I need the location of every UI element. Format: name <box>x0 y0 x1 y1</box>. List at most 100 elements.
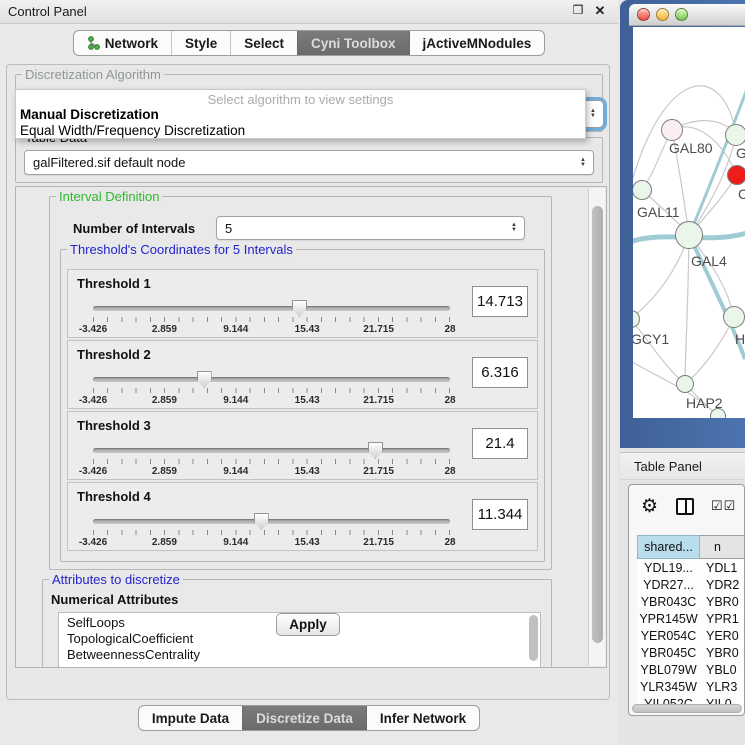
column-header-name[interactable]: n <box>700 535 745 559</box>
table-row[interactable]: YDR27...YDR2 <box>637 576 745 593</box>
cell-name[interactable]: YBL0 <box>700 661 745 678</box>
cell-shared-name[interactable]: YBR043C <box>637 593 700 610</box>
table-row[interactable]: YBR043CYBR0 <box>637 593 745 610</box>
column-header-shared[interactable]: shared... <box>637 535 700 559</box>
scrollbar-thumb[interactable] <box>592 206 603 643</box>
tab-jactivemnodules[interactable]: jActiveMNodules <box>409 31 545 55</box>
tick-label: 28 <box>444 537 455 548</box>
network-node[interactable] <box>661 119 683 141</box>
combo-spinner-icon: ▲▼ <box>590 109 596 119</box>
table-row[interactable]: YPR145WYPR1 <box>637 610 745 627</box>
threshold-slider[interactable]: -3.4262.8599.14415.4321.71528 <box>93 440 450 478</box>
network-node[interactable] <box>727 165 745 185</box>
cell-shared-name[interactable]: YER054C <box>637 627 700 644</box>
tab-impute-data[interactable]: Impute Data <box>139 706 242 730</box>
cell-name[interactable]: YBR0 <box>700 644 745 661</box>
threshold-value-field[interactable]: 6.316 <box>472 357 528 388</box>
table-row[interactable]: YBL079WYBL0 <box>637 661 745 678</box>
threshold-label: Threshold 3 <box>77 418 151 433</box>
tick-label: 21.715 <box>363 395 394 406</box>
gear-icon[interactable]: ⚙ <box>641 495 658 518</box>
threshold-slider[interactable]: -3.4262.8599.14415.4321.71528 <box>93 298 450 336</box>
slider-handle[interactable] <box>197 371 212 388</box>
cell-name[interactable]: YBR0 <box>700 593 745 610</box>
table-data-combobox[interactable]: galFiltered.sif default node ▲▼ <box>24 150 594 175</box>
number-of-intervals-combobox[interactable]: 5 ▲▼ <box>216 216 525 240</box>
tab-label: jActiveMNodules <box>423 36 532 51</box>
network-canvas[interactable]: GAL80GCGAL11GAL4GCY1HHAP2 <box>633 27 745 418</box>
threshold-slider[interactable]: -3.4262.8599.14415.4321.71528 <box>93 511 450 549</box>
cell-shared-name[interactable]: YLR345W <box>637 678 700 695</box>
network-node[interactable] <box>633 180 652 200</box>
group-title: Attributes to discretize <box>49 572 183 587</box>
cell-name[interactable]: YDL1 <box>700 559 745 576</box>
tab-style[interactable]: Style <box>171 31 230 55</box>
tab-network[interactable]: Network <box>74 31 171 55</box>
slider-track[interactable] <box>93 519 450 524</box>
tab-select[interactable]: Select <box>230 31 297 55</box>
cell-name[interactable]: YLR3 <box>700 678 745 695</box>
tick-label: 9.144 <box>223 537 248 548</box>
slider-track[interactable] <box>93 377 450 382</box>
cell-shared-name[interactable]: YBL079W <box>637 661 700 678</box>
tick-label: 15.43 <box>295 466 320 477</box>
tick-label: 21.715 <box>363 537 394 548</box>
close-red-icon[interactable] <box>637 8 650 21</box>
slider-track[interactable] <box>93 306 450 311</box>
tab-label: Style <box>185 36 217 51</box>
network-view-window[interactable]: GAL80GCGAL11GAL4GCY1HHAP2 <box>620 0 745 448</box>
checkbox-icon[interactable]: ☑☑ <box>711 498 736 514</box>
tick-label: -3.426 <box>79 395 107 406</box>
columns-icon[interactable] <box>676 498 694 515</box>
tick-label: -3.426 <box>79 466 107 477</box>
list-scrollbar[interactable] <box>529 615 538 661</box>
attribute-list-item[interactable]: BetweennessCentrality <box>67 647 540 663</box>
tab-cyni-toolbox[interactable]: Cyni Toolbox <box>297 31 409 55</box>
threshold-value-field[interactable]: 21.4 <box>472 428 528 459</box>
table-row[interactable]: YBR045CYBR0 <box>637 644 745 661</box>
threshold-slider[interactable]: -3.4262.8599.14415.4321.71528 <box>93 369 450 407</box>
number-of-intervals-label: Number of Intervals <box>73 221 195 236</box>
cell-shared-name[interactable]: YDL19... <box>637 559 700 576</box>
dropdown-option-equal-width[interactable]: Equal Width/Frequency Discretization <box>16 123 585 139</box>
cell-shared-name[interactable]: YPR145W <box>637 610 700 627</box>
tick-label: -3.426 <box>79 324 107 335</box>
node-table[interactable]: shared... n YDL19...YDL1YDR27...YDR2YBR0… <box>637 535 745 712</box>
threshold-panel: Threshold 3 -3.4262.8599.14415.4321.7152… <box>67 411 538 480</box>
cell-name[interactable]: YDR2 <box>700 576 745 593</box>
slider-handle[interactable] <box>368 442 383 459</box>
zoom-green-icon[interactable] <box>675 8 688 21</box>
tab-infer-network[interactable]: Infer Network <box>366 706 479 730</box>
threshold-value-field[interactable]: 11.344 <box>472 499 528 530</box>
horizontal-scrollbar[interactable] <box>632 704 742 713</box>
tab-discretize-data[interactable]: Discretize Data <box>242 706 366 730</box>
slider-track[interactable] <box>93 448 450 453</box>
tick-label: -3.426 <box>79 537 107 548</box>
network-window-titlebar[interactable] <box>629 4 745 26</box>
table-row[interactable]: YER054CYER0 <box>637 627 745 644</box>
table-row[interactable]: YLR345WYLR3 <box>637 678 745 695</box>
cell-name[interactable]: YER0 <box>700 627 745 644</box>
vertical-scrollbar[interactable] <box>588 188 605 666</box>
slider-handle[interactable] <box>254 513 269 530</box>
interval-definition-group: Interval Definition Number of Intervals … <box>49 196 552 570</box>
float-window-icon[interactable]: ❒ <box>570 3 586 17</box>
cell-shared-name[interactable]: YDR27... <box>637 576 700 593</box>
table-row[interactable]: YDL19...YDL1 <box>637 559 745 576</box>
slider-handle[interactable] <box>292 300 307 317</box>
network-node[interactable] <box>723 306 745 328</box>
threshold-value-field[interactable]: 14.713 <box>472 286 528 317</box>
close-icon[interactable]: ✕ <box>592 3 608 19</box>
cell-name[interactable]: YPR1 <box>700 610 745 627</box>
group-title: Interval Definition <box>56 189 162 204</box>
network-node[interactable] <box>675 221 703 249</box>
cell-shared-name[interactable]: YBR045C <box>637 644 700 661</box>
apply-button[interactable]: Apply <box>276 613 340 636</box>
dropdown-option-manual[interactable]: Manual Discretization <box>16 107 585 123</box>
tab-label: Infer Network <box>380 711 466 726</box>
network-node[interactable] <box>676 375 694 393</box>
bottom-tabbar: Impute Data Discretize Data Infer Networ… <box>0 705 618 731</box>
network-node[interactable] <box>725 124 745 146</box>
minimize-yellow-icon[interactable] <box>656 8 669 21</box>
node-label: C <box>738 186 745 202</box>
